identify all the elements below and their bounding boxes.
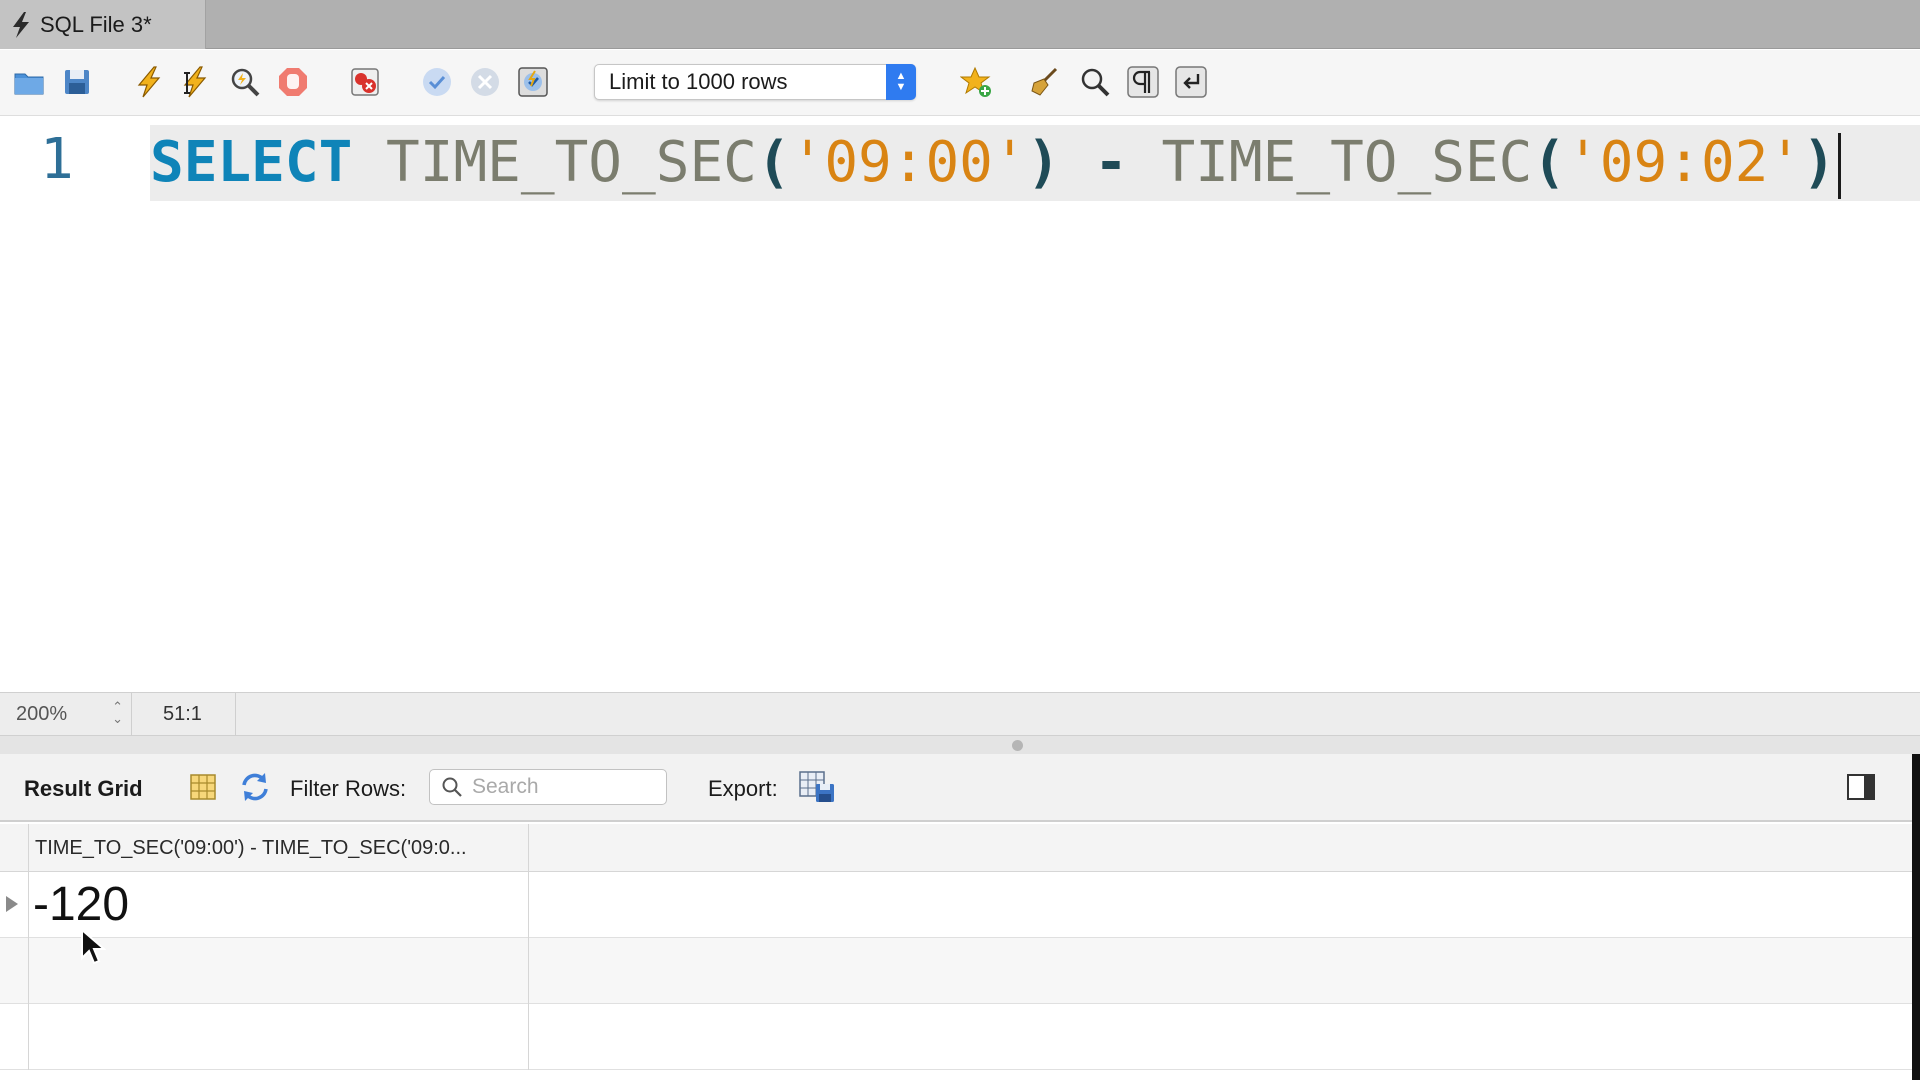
sql-function: TIME_TO_SEC [386, 130, 757, 195]
explain-button[interactable] [226, 63, 264, 101]
open-paren: ( [1532, 130, 1567, 195]
refresh-arrows-icon[interactable] [238, 770, 272, 804]
table-row[interactable]: -120 [0, 872, 1912, 938]
line-number: 1 [40, 127, 74, 192]
sql-keyword: SELECT [150, 130, 353, 195]
filter-rows-label: Filter Rows: [290, 776, 407, 801]
save-disk-icon [65, 70, 89, 94]
folder-icon [14, 73, 44, 95]
lightning-icon [137, 66, 161, 98]
search-icon [442, 777, 462, 797]
window-edge [1912, 754, 1920, 1080]
table-row-empty[interactable] [0, 938, 1912, 1004]
tab-title: SQL File 3* [40, 11, 152, 37]
magnifier-icon [1081, 68, 1110, 97]
zoom-value: 200% [16, 703, 68, 725]
result-toolbar: Result Grid Filter Rows: Export: [0, 754, 1920, 822]
cursor-position: 51:1 [133, 693, 236, 736]
sql-string: '09:02' [1566, 130, 1803, 195]
close-paren: ) [1026, 130, 1061, 195]
header-gutter [0, 824, 29, 872]
filter-search-box[interactable] [429, 769, 667, 805]
grid-columns-icon[interactable] [188, 772, 218, 802]
close-paren: ) [1802, 130, 1836, 195]
row-gutter [0, 872, 29, 938]
autocommit-icon [518, 67, 548, 97]
limit-rows-select[interactable]: Limit to 1000 rows ▲ ▼ [594, 64, 916, 100]
star-plus-icon [960, 66, 991, 97]
magnify-lightning-icon [231, 68, 260, 97]
limit-rows-value: Limit to 1000 rows [609, 69, 788, 94]
pilcrow-icon [1127, 66, 1159, 98]
rollback-button[interactable] [466, 63, 504, 101]
column-header[interactable]: TIME_TO_SEC('09:00') - TIME_TO_SEC('09:0… [29, 824, 529, 872]
result-grid-label: Result Grid [24, 776, 143, 801]
save-file-button[interactable] [58, 63, 96, 101]
stop-on-error-icon [351, 68, 379, 96]
sql-editor[interactable]: 1 SELECT TIME_TO_SEC('09:00') - TIME_TO_… [0, 117, 1920, 691]
execute-current-statement-button[interactable] [176, 63, 214, 101]
stop-hand-icon [279, 68, 307, 96]
toggle-invisible-chars-button[interactable] [1124, 63, 1162, 101]
stepper-arrows-icon[interactable]: ⌃ ⌄ [112, 700, 123, 725]
sql-string: '09:00' [790, 130, 1027, 195]
text-caret [1837, 132, 1841, 199]
open-paren: ( [756, 130, 791, 195]
editor-status-bar: 200% ⌃ ⌄ 51:1 [0, 692, 1920, 736]
commit-button[interactable] [418, 63, 456, 101]
toggle-stop-on-error-button[interactable] [346, 63, 384, 101]
lightning-cursor-icon [183, 66, 207, 98]
search-input[interactable] [472, 775, 652, 799]
add-snippet-button[interactable] [958, 63, 996, 101]
export-table-icon[interactable] [798, 770, 836, 804]
lightning-bolt-icon [13, 11, 29, 38]
result-grid[interactable]: TIME_TO_SEC('09:00') - TIME_TO_SEC('09:0… [0, 824, 1912, 1080]
mouse-pointer-icon [81, 928, 106, 965]
panel-splitter[interactable] [0, 736, 1920, 754]
row-gutter [0, 1004, 29, 1070]
check-circle-icon [423, 68, 451, 96]
grid-header: TIME_TO_SEC('09:00') - TIME_TO_SEC('09:0… [0, 824, 1912, 872]
sql-editor-toolbar: Limit to 1000 rows ▲ ▼ [0, 50, 1920, 116]
row-pointer-icon [6, 896, 18, 912]
word-wrap-icon [1175, 66, 1207, 98]
table-row-empty[interactable] [0, 1004, 1912, 1070]
sql-function: TIME_TO_SEC [1161, 130, 1533, 195]
autocommit-toggle-button[interactable] [514, 63, 552, 101]
tab-sql-file[interactable]: SQL File 3* [0, 0, 206, 49]
select-stepper-icon: ▲ ▼ [886, 64, 916, 100]
find-button[interactable] [1076, 63, 1114, 101]
toggle-side-panel-icon[interactable] [1846, 772, 1876, 802]
minus-operator: - [1094, 130, 1128, 195]
execute-button[interactable] [130, 63, 168, 101]
row-gutter [0, 938, 29, 1004]
export-label: Export: [708, 776, 778, 801]
code-line[interactable]: SELECT TIME_TO_SEC('09:00') - TIME_TO_SE… [150, 127, 1841, 199]
open-file-button[interactable] [10, 63, 48, 101]
stop-button[interactable] [274, 63, 312, 101]
x-circle-icon [471, 68, 499, 96]
zoom-stepper[interactable]: 200% ⌃ ⌄ [0, 693, 132, 736]
broom-icon [1031, 67, 1058, 96]
table-cell-empty[interactable] [29, 1004, 529, 1070]
beautify-button[interactable] [1026, 63, 1064, 101]
tab-bar: SQL File 3* [0, 0, 1920, 49]
splitter-handle[interactable] [1012, 740, 1023, 751]
toggle-word-wrap-button[interactable] [1172, 63, 1210, 101]
